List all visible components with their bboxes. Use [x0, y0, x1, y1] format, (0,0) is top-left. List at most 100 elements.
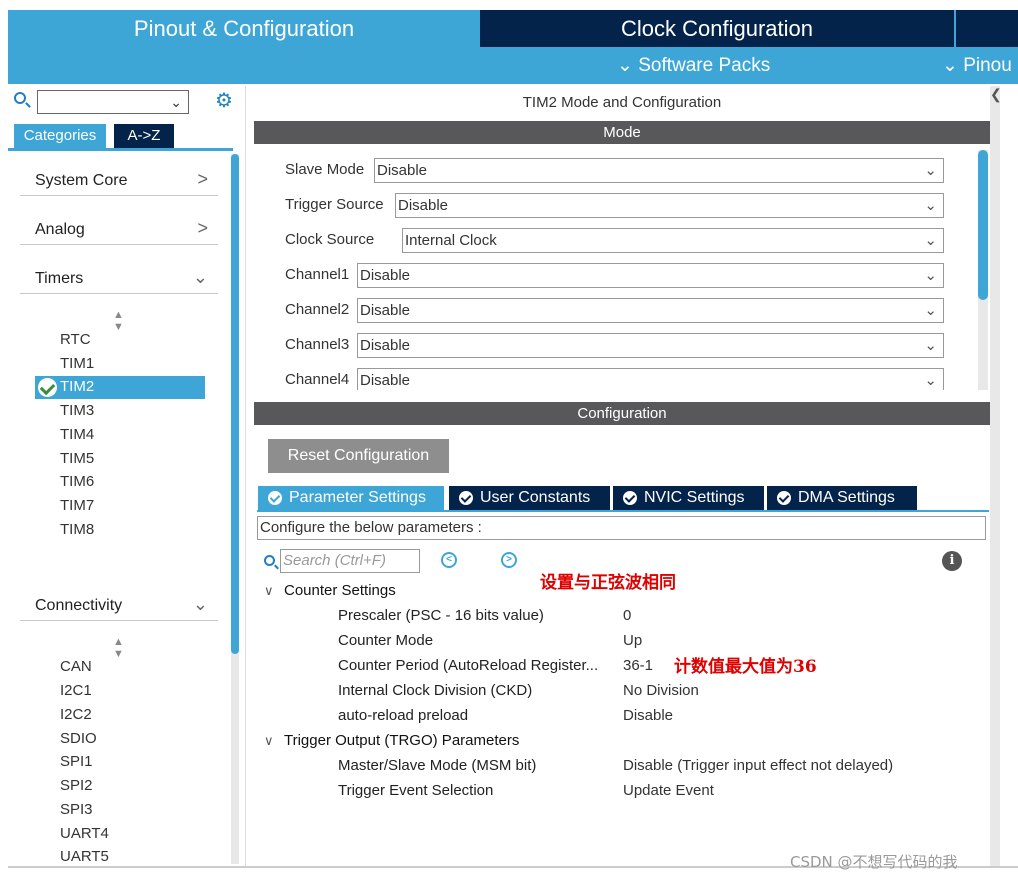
mode-label: Channel1	[285, 266, 350, 283]
timer-item-tim5[interactable]: TIM5	[60, 450, 94, 467]
chevron-down-icon: ⌄	[924, 197, 937, 214]
select-value: Disable	[360, 302, 411, 319]
channel4-select[interactable]: Disable ⌄	[357, 368, 944, 390]
right-scrollbar[interactable]	[990, 86, 1000, 866]
timer-item-tim2-selected[interactable]: TIM2	[35, 376, 205, 399]
tab-a-to-z[interactable]: A->Z	[114, 124, 174, 148]
mode-area: Slave Mode Disable ⌄ Trigger Source Disab…	[254, 144, 990, 390]
timer-item-tim7[interactable]: TIM7	[60, 497, 94, 514]
param-label: Prescaler (PSC - 16 bits value)	[338, 607, 544, 624]
param-value[interactable]: Disable	[623, 707, 673, 724]
select-value: Disable	[360, 267, 411, 284]
chevron-down-icon: ∨	[264, 733, 274, 748]
conn-item-i2c1[interactable]: I2C1	[60, 682, 92, 699]
channel3-select[interactable]: Disable ⌄	[357, 333, 944, 358]
software-packs-menu[interactable]: ⌄ Software Packs	[617, 50, 770, 82]
tab-parameter-settings[interactable]: Parameter Settings	[258, 486, 444, 510]
select-value: Disable	[360, 372, 411, 389]
tab-dma-settings[interactable]: DMA Settings	[767, 486, 917, 510]
timer-item-rtc[interactable]: RTC	[60, 331, 91, 348]
timer-item-tim1[interactable]: TIM1	[60, 355, 94, 372]
timer-item-tim3[interactable]: TIM3	[60, 402, 94, 419]
scroll-thumb[interactable]	[978, 150, 988, 300]
chevron-down-icon: ⌄	[170, 94, 182, 110]
conn-item-spi3[interactable]: SPI3	[60, 801, 93, 818]
mode-scrollbar[interactable]	[978, 150, 988, 390]
tab-label: NVIC Settings	[644, 489, 745, 506]
slave-mode-select[interactable]: Disable ⌄	[374, 158, 944, 183]
pinout-menu[interactable]: ⌄ Pinou	[942, 50, 1012, 82]
param-value[interactable]: Up	[623, 632, 642, 649]
mode-label: Slave Mode	[285, 161, 365, 178]
check-circle-icon	[777, 491, 791, 505]
channel1-select[interactable]: Disable ⌄	[357, 263, 944, 288]
tab-nvic-settings[interactable]: NVIC Settings	[613, 486, 764, 510]
next-icon[interactable]: >	[501, 552, 517, 568]
mode-label: Channel2	[285, 301, 350, 318]
tab-underline	[8, 148, 233, 151]
scroll-thumb[interactable]	[231, 154, 239, 654]
timer-item-tim4[interactable]: TIM4	[60, 426, 94, 443]
tab-label: User Constants	[480, 489, 591, 506]
param-label: Internal Clock Division (CKD)	[338, 682, 533, 699]
group-counter-settings[interactable]: ∨ Counter Settings	[264, 582, 396, 599]
category-analog[interactable]: Analog >	[20, 215, 218, 245]
mode-header: Mode	[254, 121, 990, 144]
sort-icon[interactable]: ▲ ▼	[113, 309, 124, 333]
info-icon[interactable]: i	[942, 551, 962, 571]
param-value[interactable]: 36-1	[623, 657, 653, 674]
configure-hint: Configure the below parameters :	[257, 516, 986, 540]
tab-pinout-configuration[interactable]: Pinout & Configuration	[8, 10, 480, 47]
trigger-source-select[interactable]: Disable ⌄	[395, 193, 944, 218]
timer-item-tim6[interactable]: TIM6	[60, 473, 94, 490]
sort-icon[interactable]: ▲ ▼	[113, 636, 124, 660]
conn-item-sdio[interactable]: SDIO	[60, 730, 97, 747]
previous-icon[interactable]: <	[441, 552, 457, 568]
category-timers[interactable]: Timers ⌄	[20, 264, 218, 294]
chevron-right-icon: >	[197, 218, 208, 238]
chevron-down-icon: ⌄	[192, 594, 208, 614]
reset-configuration-button[interactable]: Reset Configuration	[268, 439, 449, 473]
conn-item-spi2[interactable]: SPI2	[60, 777, 93, 794]
top-tab-bar: Pinout & Configuration Clock Configurati…	[8, 10, 1018, 84]
tab-categories[interactable]: Categories	[14, 124, 106, 148]
parameter-search-input[interactable]: Search (Ctrl+F)	[280, 549, 420, 573]
tab-clock-configuration[interactable]: Clock Configuration	[480, 10, 954, 47]
search-select[interactable]: ⌄	[37, 90, 189, 114]
param-value[interactable]: No Division	[623, 682, 699, 699]
gear-icon[interactable]: ⚙	[215, 88, 233, 113]
timer-label: TIM2	[60, 378, 95, 395]
conn-item-uart5[interactable]: UART5	[60, 848, 109, 865]
category-label: Analog	[35, 221, 85, 238]
chevron-down-icon: ⌄	[192, 267, 208, 287]
chevron-down-icon: ⌄	[924, 267, 937, 284]
param-value[interactable]: Disable (Trigger input effect not delaye…	[623, 757, 893, 774]
conn-item-uart4[interactable]: UART4	[60, 825, 109, 842]
tab-label: DMA Settings	[798, 489, 895, 506]
collapse-panel-icon[interactable]: ❮	[990, 86, 1002, 126]
annotation-text: 计数值最大值为36	[674, 657, 817, 677]
search-icon[interactable]	[264, 555, 275, 566]
tab-underline	[257, 510, 989, 512]
mode-label: Channel3	[285, 336, 350, 353]
left-scrollbar[interactable]	[231, 154, 239, 864]
tab-more[interactable]	[956, 10, 1018, 47]
conn-item-i2c2[interactable]: I2C2	[60, 706, 92, 723]
param-label: Counter Period (AutoReload Register...	[338, 657, 599, 674]
conn-item-spi1[interactable]: SPI1	[60, 753, 93, 770]
category-system-core[interactable]: System Core >	[20, 166, 218, 196]
channel2-select[interactable]: Disable ⌄	[357, 298, 944, 323]
annotation-text: 设置与正弦波相同	[540, 573, 676, 593]
clock-source-select[interactable]: Internal Clock ⌄	[402, 228, 944, 253]
category-connectivity[interactable]: Connectivity ⌄	[20, 591, 218, 621]
group-trigger-output[interactable]: ∨ Trigger Output (TRGO) Parameters	[264, 732, 519, 749]
param-value[interactable]: 0	[623, 607, 631, 624]
tab-user-constants[interactable]: User Constants	[449, 486, 610, 510]
check-circle-icon	[623, 491, 637, 505]
search-icon[interactable]	[14, 92, 26, 104]
param-value[interactable]: Update Event	[623, 782, 714, 799]
conn-item-can[interactable]: CAN	[60, 658, 92, 675]
select-value: Disable	[360, 337, 411, 354]
timer-item-tim8[interactable]: TIM8	[60, 521, 94, 538]
chevron-down-icon: ⌄	[924, 337, 937, 354]
